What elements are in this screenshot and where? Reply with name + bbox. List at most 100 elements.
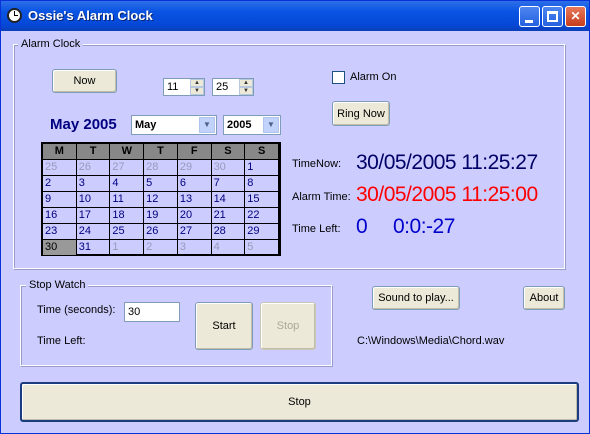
- stopwatch-time-left-label: Time Left:: [37, 335, 86, 347]
- calendar-day[interactable]: 27: [177, 224, 212, 240]
- month-calendar[interactable]: MTWTFSS 25 26 27 28 29 30 1 2 3 4 5 6 7 8 9 10 11 12 13 14 1…: [41, 142, 281, 256]
- stop-watch-legend: Stop Watch: [26, 279, 89, 291]
- ring-now-button[interactable]: Ring Now: [332, 101, 390, 126]
- app-window: Ossie's Alarm Clock ✕ Alarm Clock Now 11…: [0, 0, 590, 434]
- month-year-heading: May 2005: [50, 116, 117, 133]
- calendar-day[interactable]: 28: [144, 160, 178, 176]
- calendar-day[interactable]: 2: [144, 240, 178, 256]
- alarm-clock-legend: Alarm Clock: [18, 38, 84, 50]
- seconds-label: Time (seconds):: [37, 304, 116, 316]
- alarm-on-label: Alarm On: [350, 71, 397, 83]
- time-left-value: 0:0:-27: [393, 215, 455, 238]
- calendar-weekday-header: MTWTFSS: [43, 144, 279, 160]
- calendar-day[interactable]: 9: [43, 192, 77, 208]
- calendar-day[interactable]: 29: [177, 160, 212, 176]
- chevron-down-icon: ▼: [263, 117, 279, 133]
- window-title: Ossie's Alarm Clock: [28, 8, 153, 23]
- calendar-day[interactable]: 20: [177, 208, 212, 224]
- calendar-day[interactable]: 10: [76, 192, 111, 208]
- stop-button[interactable]: Stop: [20, 382, 579, 422]
- calendar-day[interactable]: 27: [110, 160, 145, 176]
- calendar-day[interactable]: 6: [177, 176, 212, 192]
- about-button[interactable]: About: [523, 286, 565, 310]
- alarm-on-checkbox[interactable]: [332, 71, 345, 84]
- month-select[interactable]: May ▼: [131, 115, 217, 135]
- stopwatch-stop-button[interactable]: Stop: [260, 302, 316, 350]
- calendar-day[interactable]: 2: [43, 176, 77, 192]
- calendar-day[interactable]: 30: [211, 160, 246, 176]
- minute-up-icon[interactable]: ▲: [239, 79, 253, 87]
- time-now-label: TimeNow:: [292, 158, 342, 170]
- sound-path: C:\Windows\Media\Chord.wav: [357, 335, 505, 347]
- time-left-days: 0: [356, 215, 368, 238]
- calendar-day[interactable]: 7: [211, 176, 246, 192]
- calendar-day[interactable]: 5: [245, 240, 279, 256]
- weekday-header-cell: T: [76, 144, 111, 160]
- clock-icon: [7, 8, 22, 23]
- chevron-down-icon: ▼: [199, 117, 215, 133]
- year-select[interactable]: 2005 ▼: [223, 115, 281, 135]
- calendar-day[interactable]: 12: [144, 192, 178, 208]
- title-bar[interactable]: Ossie's Alarm Clock ✕: [1, 1, 589, 31]
- calendar-day[interactable]: 13: [177, 192, 212, 208]
- calendar-day[interactable]: 22: [245, 208, 279, 224]
- calendar-day[interactable]: 1: [245, 160, 279, 176]
- weekday-header-cell: T: [144, 144, 178, 160]
- calendar-day[interactable]: 11: [110, 192, 145, 208]
- close-button[interactable]: ✕: [565, 6, 586, 27]
- calendar-day[interactable]: 16: [43, 208, 77, 224]
- close-icon: ✕: [570, 9, 581, 23]
- hour-stepper[interactable]: 11 ▲ ▼: [163, 78, 205, 96]
- calendar-day[interactable]: 23: [43, 224, 77, 240]
- weekday-header-cell: W: [110, 144, 145, 160]
- maximize-button[interactable]: [542, 6, 563, 27]
- maximize-icon: [547, 11, 558, 22]
- calendar-day[interactable]: 4: [211, 240, 246, 256]
- now-button[interactable]: Now: [52, 69, 117, 93]
- seconds-input[interactable]: 30: [124, 302, 180, 322]
- calendar-day[interactable]: 8: [245, 176, 279, 192]
- start-button[interactable]: Start: [195, 302, 253, 350]
- weekday-header-cell: M: [43, 144, 77, 160]
- calendar-day[interactable]: 5: [144, 176, 178, 192]
- calendar-day[interactable]: 26: [76, 160, 111, 176]
- calendar-day[interactable]: 29: [245, 224, 279, 240]
- calendar-day[interactable]: 24: [76, 224, 111, 240]
- time-now-value: 30/05/2005 11:25:27: [356, 151, 538, 174]
- calendar-day[interactable]: 31: [76, 240, 111, 256]
- weekday-header-cell: S: [245, 144, 279, 160]
- calendar-day[interactable]: 14: [211, 192, 246, 208]
- alarm-time-label: Alarm Time:: [292, 191, 351, 203]
- year-select-value: 2005: [227, 119, 252, 131]
- hour-down-icon[interactable]: ▼: [190, 87, 204, 95]
- calendar-day[interactable]: 26: [144, 224, 178, 240]
- calendar-day[interactable]: 3: [76, 176, 111, 192]
- calendar-day[interactable]: 15: [245, 192, 279, 208]
- weekday-header-cell: S: [211, 144, 246, 160]
- time-left-label: Time Left:: [292, 223, 341, 235]
- calendar-day[interactable]: 1: [110, 240, 145, 256]
- minimize-icon: [525, 20, 533, 23]
- seconds-value: 30: [128, 306, 141, 318]
- minute-down-icon[interactable]: ▼: [239, 87, 253, 95]
- weekday-header-cell: F: [177, 144, 212, 160]
- minimize-button[interactable]: [519, 6, 540, 27]
- calendar-day[interactable]: 25: [110, 224, 145, 240]
- calendar-day[interactable]: 28: [211, 224, 246, 240]
- calendar-day[interactable]: 19: [144, 208, 178, 224]
- hour-value: 11: [167, 81, 179, 93]
- calendar-day[interactable]: 25: [43, 160, 77, 176]
- hour-up-icon[interactable]: ▲: [190, 79, 204, 87]
- calendar-day[interactable]: 3: [177, 240, 212, 256]
- calendar-day[interactable]: 18: [110, 208, 145, 224]
- month-select-value: May: [135, 119, 157, 131]
- alarm-time-value: 30/05/2005 11:25:00: [356, 183, 538, 206]
- calendar-day[interactable]: 17: [76, 208, 111, 224]
- calendar-day-selected[interactable]: 30: [43, 240, 77, 256]
- sound-to-play-button[interactable]: Sound to play...: [372, 286, 460, 310]
- minute-value: 25: [216, 81, 229, 93]
- minute-stepper[interactable]: 25 ▲ ▼: [212, 78, 254, 96]
- calendar-day[interactable]: 4: [110, 176, 145, 192]
- calendar-day[interactable]: 21: [211, 208, 246, 224]
- calendar-day-grid[interactable]: 25 26 27 28 29 30 1 2 3 4 5 6 7 8 9 10 11 12 13 14 15 16 17 18 1…: [43, 160, 279, 256]
